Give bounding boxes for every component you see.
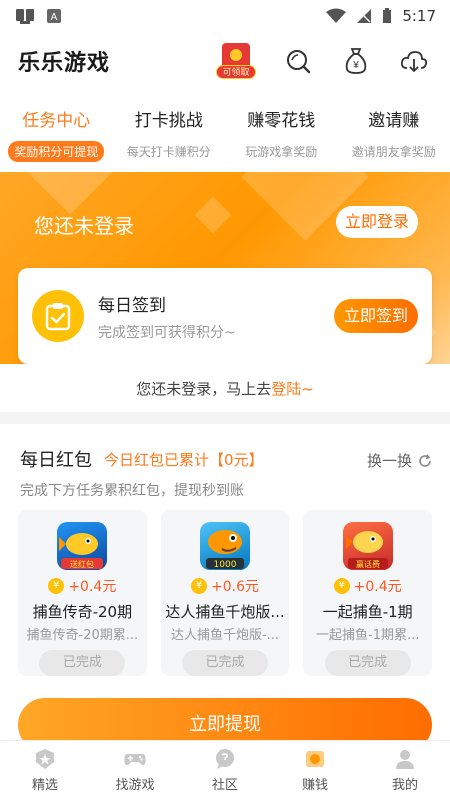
svg-text:A: A (51, 12, 58, 23)
earn-icon (306, 751, 324, 767)
accumulated-badge: 今日红包已累计【0元】 (104, 450, 264, 469)
section-title: 每日红包 (20, 450, 92, 471)
game-name: 一起捕鱼-1期 (322, 602, 413, 621)
tab-label: 打卡挑战 (134, 111, 203, 131)
tab-sub: 玩游戏拿奖励 (245, 145, 318, 159)
reward-amount: +0.4元 (68, 578, 117, 595)
login-link[interactable]: 登陆~ (271, 378, 314, 399)
money-bag-icon: ¥ (345, 48, 367, 74)
nav-label: 找游戏 (115, 778, 155, 793)
tab-sub: 奖励积分可提现 (8, 141, 105, 162)
nav-mine[interactable]: 我的 (360, 741, 450, 800)
battery-icon (383, 8, 392, 23)
nav-label: 精选 (31, 778, 58, 793)
coin-icon: ¥ (48, 577, 65, 594)
daily-redpacket-section: 每日红包 今日红包已累计【0元】 换一换 完成下方任务累积红包，提现秒到账 送红… (0, 424, 450, 744)
gamepad-icon (124, 754, 146, 765)
svg-text:送红包: 送红包 (70, 559, 94, 569)
login-hint: 您还未登录，马上去 登陆~ (0, 364, 450, 412)
section-description: 完成下方任务累积红包，提现秒到账 (20, 483, 244, 499)
svg-text:1000: 1000 (214, 560, 237, 570)
completed-badge: 已完成 (182, 650, 268, 676)
redpack-button[interactable]: 可领取 (214, 41, 258, 81)
fish-game-icon: 送红包 (57, 522, 108, 570)
tab-sub: 每天打卡赚积分 (126, 145, 211, 159)
tab-label: 邀请赚 (368, 111, 420, 131)
cloud-download-icon (400, 51, 428, 73)
nav-featured[interactable]: 精选 (0, 741, 90, 800)
chat-bubble-icon (216, 749, 234, 769)
app-title: 乐乐游戏 (18, 51, 111, 76)
checkin-button[interactable]: 立即签到 (333, 299, 418, 333)
game-subtitle: 一起捕鱼-1期累... (316, 627, 420, 642)
completed-badge: 已完成 (324, 650, 411, 676)
svg-text:¥: ¥ (352, 60, 359, 71)
game-name: 捕鱼传奇-20期 (32, 602, 133, 621)
status-bar: A 5:17 (0, 0, 450, 32)
game-subtitle: 捕鱼传奇-20期累... (26, 627, 139, 642)
task-tabs: 任务中心 奖励积分可提现 打卡挑战 每天打卡赚积分 赚零花钱 玩游戏拿奖励 邀请… (0, 90, 450, 172)
tab-invite[interactable]: 邀请赚 邀请朋友拿奖励 (338, 90, 450, 172)
daily-checkin-card: 每日签到 完成签到可获得积分~ 立即签到 (18, 268, 432, 364)
reward-amount: +0.4元 (353, 578, 402, 595)
swap-label: 换一换 (366, 452, 412, 470)
user-icon (396, 750, 414, 769)
game-card[interactable]: 赢话费 ¥ +0.4元 一起捕鱼-1期 一起捕鱼-1期累... 已完成 (303, 510, 433, 676)
download-button[interactable] (396, 43, 432, 79)
app-notification-icon (16, 9, 34, 24)
nav-earn[interactable]: 赚钱 (270, 741, 360, 800)
not-logged-in-title: 您还未登录 (34, 214, 134, 238)
tab-checkin-challenge[interactable]: 打卡挑战 每天打卡赚积分 (113, 90, 226, 172)
refresh-icon (419, 454, 431, 467)
coin-icon: ¥ (333, 577, 350, 594)
game-card[interactable]: 1000 ¥ +0.6元 达人捕鱼千炮版... 达人捕鱼千炮版-... 已完成 (160, 510, 290, 676)
nav-label: 社区 (211, 778, 238, 793)
fish-game-icon: 1000 (200, 522, 250, 570)
nav-label: 我的 (391, 778, 418, 793)
game-task-list: 送红包 ¥ +0.4元 捕鱼传奇-20期 捕鱼传奇-20期累... 已完成 100… (18, 510, 433, 676)
tab-label: 任务中心 (22, 111, 91, 131)
swap-button[interactable]: 换一换 (367, 450, 432, 471)
status-time: 5:17 (402, 7, 436, 25)
checkin-subtitle: 完成签到可获得积分~ (98, 324, 236, 341)
redpack-tag: 可领取 (216, 65, 256, 79)
wifi-icon (326, 8, 347, 23)
star-badge-icon (36, 749, 54, 769)
svg-text:赢话费: 赢话费 (356, 559, 380, 569)
login-button[interactable]: 立即登录 (336, 206, 419, 238)
tab-sub: 邀请朋友拿奖励 (351, 145, 436, 159)
app-header: 乐乐游戏 可领取 ¥ (0, 32, 450, 90)
nav-label: 赚钱 (301, 778, 328, 793)
search-icon (287, 50, 311, 74)
signal-icon (357, 9, 372, 23)
nav-find-games[interactable]: 找游戏 (90, 741, 180, 800)
tab-task-center[interactable]: 任务中心 奖励积分可提现 (0, 90, 113, 172)
a-notification-icon: A (47, 9, 61, 23)
reward-amount: +0.6元 (211, 578, 259, 595)
search-button[interactable] (280, 43, 316, 79)
game-card[interactable]: 送红包 ¥ +0.4元 捕鱼传奇-20期 捕鱼传奇-20期累... 已完成 (18, 510, 147, 676)
checkin-title: 每日签到 (98, 295, 166, 316)
clipboard-check-icon (32, 290, 84, 342)
bottom-nav: 精选 找游戏 社区 赚钱 我的 (0, 740, 450, 800)
login-hint-text: 您还未登录，马上去 (136, 379, 272, 398)
money-bag-button[interactable]: ¥ (338, 43, 374, 79)
completed-badge: 已完成 (39, 650, 126, 676)
tab-label: 赚零花钱 (247, 111, 316, 131)
game-subtitle: 达人捕鱼千炮版-... (170, 627, 280, 642)
nav-community[interactable]: 社区 (180, 741, 270, 800)
tab-earn-pocket-money[interactable]: 赚零花钱 玩游戏拿奖励 (225, 90, 338, 172)
fish-game-icon: 赢话费 (342, 522, 393, 570)
coin-icon: ¥ (191, 577, 207, 594)
game-name: 达人捕鱼千炮版... (165, 602, 285, 621)
